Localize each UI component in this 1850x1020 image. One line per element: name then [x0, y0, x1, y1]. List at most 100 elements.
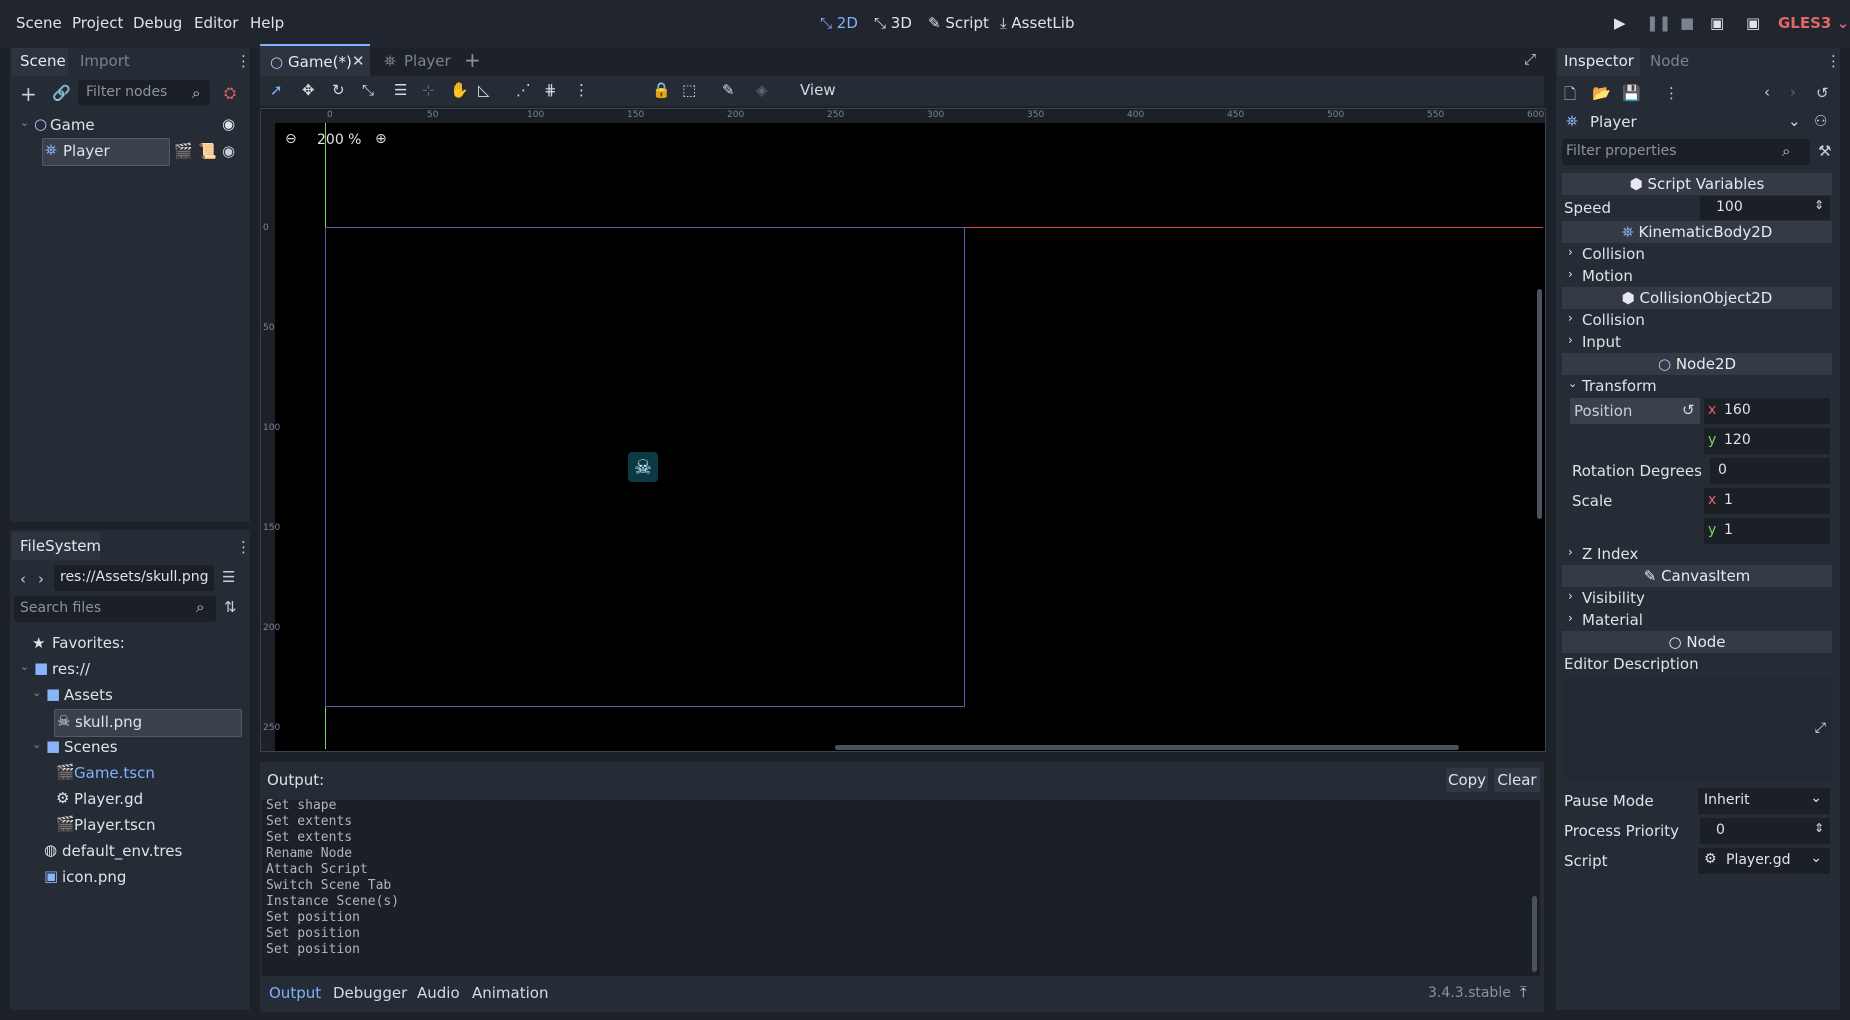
zoom-level[interactable]: 200 % [317, 132, 361, 148]
horizontal-scrollbar[interactable] [835, 745, 1459, 750]
pause-icon[interactable]: ❚❚ [1646, 14, 1671, 32]
smart-snap-icon[interactable]: ⋰ [516, 81, 531, 99]
viewport-2d[interactable]: 0 50 100 150 200 250 300 350 400 450 500… [260, 108, 1546, 752]
bottom-tab-output[interactable]: Output [269, 984, 321, 1002]
section-transform[interactable]: ⌄ Transform [1562, 375, 1832, 397]
snap-options-icon[interactable]: ⋮ [574, 81, 589, 99]
pan-hand-icon[interactable]: ✋ [450, 81, 469, 99]
pivot-tool-icon[interactable]: ⊹ [422, 81, 435, 99]
section-collision[interactable]: › Collision [1562, 309, 1832, 331]
workspace-3d[interactable]: ⤡ 3D [874, 14, 912, 32]
dock-menu-icon[interactable]: ⋮ [236, 538, 251, 556]
menu-debug[interactable]: Debug [133, 14, 182, 32]
section-z-index[interactable]: › Z Index [1562, 543, 1832, 565]
link-icon[interactable]: 🔗 [52, 84, 71, 102]
bottom-tab-debugger[interactable]: Debugger [333, 984, 407, 1002]
zoom-out-icon[interactable]: ⊖ [285, 131, 297, 147]
section-motion[interactable]: › Motion [1562, 265, 1832, 287]
new-tab-icon[interactable]: + [464, 48, 481, 72]
tab-inspector[interactable]: Inspector [1564, 52, 1634, 70]
tab-scene[interactable]: Scene [20, 52, 66, 70]
history-icon[interactable]: ↺ [1816, 84, 1829, 102]
menu-help[interactable]: Help [250, 14, 284, 32]
fs-file-game-tscn[interactable]: 🎬 Game.tscn [54, 761, 240, 787]
lock-icon[interactable]: 🔒 [652, 81, 671, 99]
close-icon[interactable]: ✕ [352, 52, 365, 70]
fs-file-player-tscn[interactable]: 🎬 Player.tscn [54, 813, 240, 839]
scene-tools-icon[interactable]: ⛭ [224, 84, 236, 102]
output-log[interactable]: Set shape Set extents Set extents Rename… [262, 798, 1540, 976]
visibility-eye-icon[interactable]: ◉ [222, 142, 235, 160]
dock-menu-icon[interactable]: ⋮ [236, 52, 251, 70]
tab-import[interactable]: Import [80, 52, 130, 70]
distraction-free-icon[interactable]: ⤢ [1524, 50, 1536, 68]
bone-icon[interactable]: ✎ [722, 81, 735, 99]
script-resource-picker[interactable]: ⚙ Player.gd ⌄ [1698, 848, 1830, 874]
copy-button[interactable]: Copy [1446, 768, 1488, 792]
filter-properties-input[interactable]: Filter properties [1562, 139, 1810, 165]
rotation-field[interactable]: 0 [1710, 458, 1830, 484]
position-y-field[interactable]: y 120 [1704, 428, 1830, 454]
history-forward-icon[interactable]: › [1790, 83, 1796, 101]
play-icon[interactable]: ▶ [1614, 14, 1626, 32]
history-back-icon[interactable]: ‹ [1764, 83, 1770, 101]
section-visibility[interactable]: › Visibility [1562, 587, 1832, 609]
fs-file-icon-png[interactable]: ▣ icon.png [42, 865, 240, 891]
fs-res-root[interactable]: ⌄ ■ res:// [18, 657, 240, 683]
sort-icon[interactable]: ⇅ [224, 598, 237, 616]
fs-file-default-env[interactable]: ◍ default_env.tres [42, 839, 240, 865]
play-custom-scene-icon[interactable]: ▣ [1746, 14, 1760, 32]
workspace-script[interactable]: ✎ Script [928, 14, 989, 32]
node-selector[interactable]: ⛯ Player ⌄ [1562, 110, 1802, 134]
select-tool-icon[interactable]: ➚ [270, 81, 283, 99]
menu-scene[interactable]: Scene [16, 14, 62, 32]
split-view-icon[interactable]: ☰ [222, 568, 235, 586]
add-node-icon[interactable]: + [20, 82, 37, 106]
speed-spinbox[interactable]: 100 ⇕ [1700, 196, 1830, 220]
clear-button[interactable]: Clear [1494, 768, 1540, 792]
scale-tool-icon[interactable]: ⤡ [362, 81, 374, 99]
workspace-2d[interactable]: ⤡ 2D [820, 14, 858, 32]
object-tools-icon[interactable]: ⚇ [1814, 112, 1827, 130]
ruler-tool-icon[interactable]: ◺ [478, 81, 490, 99]
process-priority-spinbox[interactable]: 0 ⇕ [1700, 818, 1830, 844]
script-attached-icon[interactable]: 📜 [198, 142, 217, 160]
more-icon[interactable]: ⋮ [1664, 84, 1679, 102]
expand-icon[interactable]: ⤢ [1815, 720, 1826, 736]
fs-folder-assets[interactable]: ⌄ ■ Assets [30, 683, 240, 709]
section-collision[interactable]: › Collision [1562, 243, 1832, 265]
camera-override-icon[interactable]: ◈ [756, 81, 768, 99]
new-resource-icon[interactable]: 🗋 [1564, 84, 1576, 109]
scale-y-field[interactable]: y 1 [1704, 518, 1830, 544]
bottom-tab-animation[interactable]: Animation [472, 984, 548, 1002]
section-input[interactable]: › Input [1562, 331, 1832, 353]
stop-icon[interactable]: ■ [1680, 14, 1694, 32]
workspace-assetlib[interactable]: ⤓ AssetLib [1000, 14, 1074, 32]
spin-arrows-icon[interactable]: ⇕ [1814, 821, 1824, 835]
editor-description-textarea[interactable]: ⤢ [1564, 678, 1832, 780]
scale-x-field[interactable]: x 1 [1704, 488, 1830, 514]
spin-arrows-icon[interactable]: ⇕ [1814, 198, 1824, 212]
tree-node-game[interactable]: ⌄ ○ Game ◉ [18, 113, 246, 139]
visibility-eye-icon[interactable]: ◉ [222, 115, 235, 133]
editor-tab-player[interactable]: ⛯ Player [380, 46, 470, 76]
vertical-scrollbar[interactable] [1537, 289, 1542, 519]
zoom-in-icon[interactable]: ⊕ [375, 131, 387, 147]
play-scene-icon[interactable]: ▣ [1710, 14, 1724, 32]
open-folder-icon[interactable]: 📂 [1592, 84, 1611, 102]
view-menu[interactable]: View [800, 81, 836, 99]
tab-node[interactable]: Node [1650, 52, 1689, 70]
fs-folder-scenes[interactable]: ⌄ ■ Scenes [30, 735, 240, 761]
back-icon[interactable]: ‹ [20, 570, 26, 588]
save-icon[interactable]: 💾 [1622, 84, 1641, 102]
output-scrollbar[interactable] [1532, 896, 1537, 972]
pause-mode-select[interactable]: Inherit ⌄ [1698, 788, 1830, 814]
filter-nodes-input[interactable]: Filter nodes [78, 80, 210, 106]
editor-tab-game[interactable]: ○ Game(*) ✕ [260, 44, 370, 78]
list-select-icon[interactable]: ☰ [394, 81, 407, 99]
player-sprite-skull-icon[interactable]: ☠ [628, 452, 658, 482]
rotate-tool-icon[interactable]: ↻ [332, 81, 345, 99]
move-tool-icon[interactable]: ✥ [302, 81, 315, 99]
search-files-input[interactable]: Search files [14, 596, 216, 622]
fs-favorites[interactable]: ★ Favorites: [30, 631, 240, 657]
